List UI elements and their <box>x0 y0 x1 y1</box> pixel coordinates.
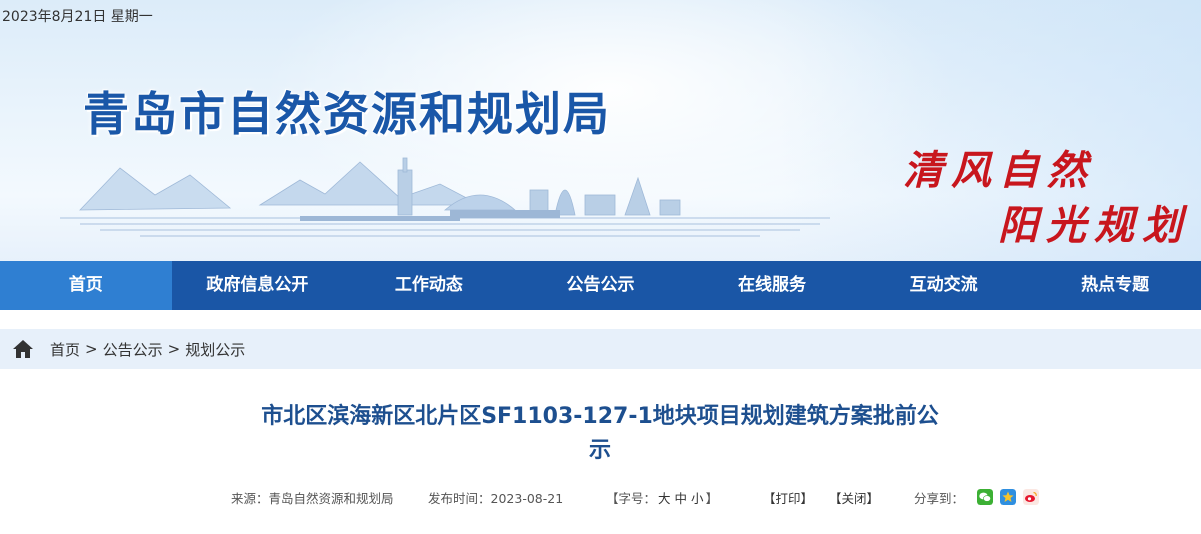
source-info: 来源：青岛自然资源和规划局 <box>231 488 394 507</box>
article-meta: 来源：青岛自然资源和规划局 发布时间：2023-08-21 【字号：大中小】 【… <box>0 488 1201 508</box>
current-date: 2023年8月21日 星期一 <box>2 9 153 25</box>
print-button[interactable]: 【打印】 <box>763 488 813 507</box>
article-title: 市北区滨海新区北片区SF1103-127-1地块项目规划建筑方案批前公 示 <box>200 400 1000 468</box>
nav-item-hot-topics[interactable]: 热点专题 <box>1029 261 1201 310</box>
nav-item-announcements[interactable]: 公告公示 <box>515 261 687 310</box>
font-size-small-button[interactable]: 小 <box>691 491 704 506</box>
weibo-icon[interactable] <box>1023 489 1039 505</box>
breadcrumb-separator: > <box>85 340 98 358</box>
site-header: 2023年8月21日 星期一 青岛市自然资源和规划局 清风自然 阳光规划 <box>0 0 1201 261</box>
nav-item-online-services[interactable]: 在线服务 <box>686 261 858 310</box>
font-size-close: 】 <box>705 491 719 506</box>
font-size-controls: 【字号：大中小】 <box>606 488 718 507</box>
nav-item-interaction[interactable]: 互动交流 <box>858 261 1030 310</box>
breadcrumb: 首页 > 公告公示 > 规划公示 <box>0 329 1201 369</box>
breadcrumb-announcements[interactable]: 公告公示 <box>103 339 163 360</box>
slogan-line-2: 阳光规划 <box>998 202 1190 249</box>
font-size-medium-button[interactable]: 中 <box>675 491 688 506</box>
nav-item-work-news[interactable]: 工作动态 <box>343 261 515 310</box>
time-label: 发布时间： <box>428 491 491 506</box>
site-title: 青岛市自然资源和规划局 <box>83 87 611 141</box>
font-size-label: 【字号： <box>606 491 657 506</box>
article-title-line-2: 示 <box>588 438 611 463</box>
nav-item-gov-info[interactable]: 政府信息公开 <box>172 261 344 310</box>
city-skyline-illustration <box>60 157 830 237</box>
breadcrumb-separator: > <box>167 340 181 358</box>
source-value: 青岛自然资源和规划局 <box>268 491 394 506</box>
qzone-icon[interactable] <box>1000 489 1016 505</box>
article-title-line-1: 市北区滨海新区北片区SF1103-127-1地块项目规划建筑方案批前公 <box>261 404 939 429</box>
slogan-line-1: 清风自然 <box>903 147 1095 194</box>
breadcrumb-planning[interactable]: 规划公示 <box>185 339 245 360</box>
wechat-icon[interactable] <box>977 489 993 505</box>
share-label: 分享到： <box>914 491 965 506</box>
time-value: 2023-08-21 <box>490 491 564 506</box>
main-nav: 首页 政府信息公开 工作动态 公告公示 在线服务 互动交流 热点专题 <box>0 261 1201 310</box>
home-icon[interactable] <box>12 339 34 359</box>
breadcrumb-home[interactable]: 首页 <box>50 339 80 360</box>
font-size-large-button[interactable]: 大 <box>658 491 671 506</box>
source-label: 来源： <box>231 491 269 506</box>
nav-item-home[interactable]: 首页 <box>0 261 172 310</box>
publish-time: 发布时间：2023-08-21 <box>428 488 563 507</box>
close-button[interactable]: 【关闭】 <box>829 488 879 507</box>
